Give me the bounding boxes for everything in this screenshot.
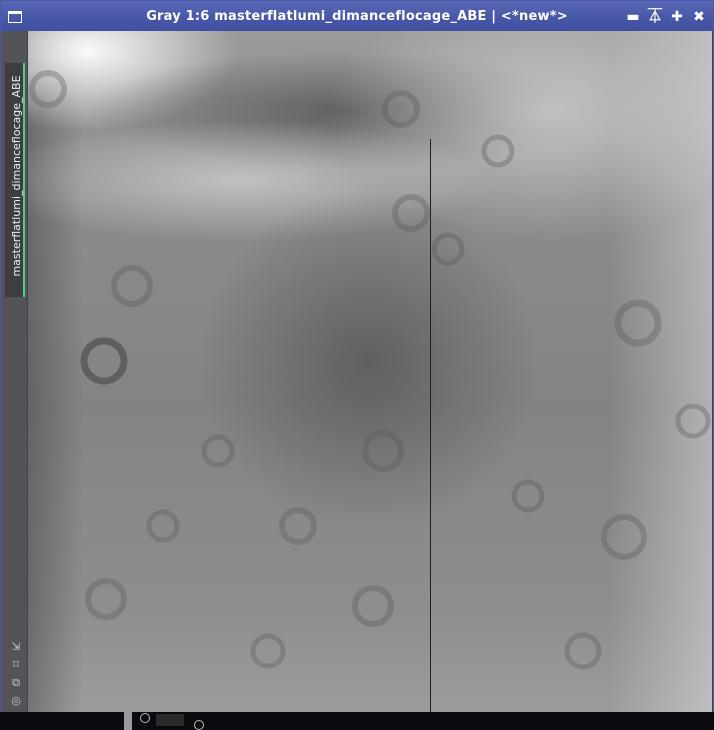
title-bar[interactable]: Gray 1:6 masterflatlumi_dimanceflocage_A… [1,1,713,31]
view-sidebar: masterflatlumi_dimanceflocage_ABE ⇲ ⌑ ⧉ … [1,31,27,713]
image-canvas[interactable] [28,31,712,712]
window-controls: ▬ ⏄ ✚ ✖ [625,9,707,25]
dust-donuts [29,70,711,670]
maximize-icon[interactable]: ✚ [669,9,685,25]
target-icon[interactable]: ◎ [10,695,22,707]
target-icon [140,713,150,723]
close-icon[interactable]: ✖ [691,9,707,25]
background-workspace [0,712,714,730]
shade-icon[interactable]: ⏄ [647,9,663,25]
background-window-fragment [156,714,184,726]
clone-icon[interactable]: ⧉ [10,677,22,689]
image-seam-line [430,139,431,712]
view-identifier-tab[interactable]: masterflatlumi_dimanceflocage_ABE [5,63,25,297]
image-window: Gray 1:6 masterflatlumi_dimanceflocage_A… [0,0,714,714]
fit-view-icon[interactable]: ⇲ [10,641,22,653]
background-window-edge [124,712,132,730]
minimize-icon[interactable]: ▬ [625,9,641,25]
window-title: Gray 1:6 masterflatlumi_dimanceflocage_A… [146,9,568,24]
zoom-to-fit-icon[interactable]: ⌑ [10,659,22,671]
target-icon [194,720,204,730]
view-identifier-label: masterflatlumi_dimanceflocage_ABE [10,75,23,277]
